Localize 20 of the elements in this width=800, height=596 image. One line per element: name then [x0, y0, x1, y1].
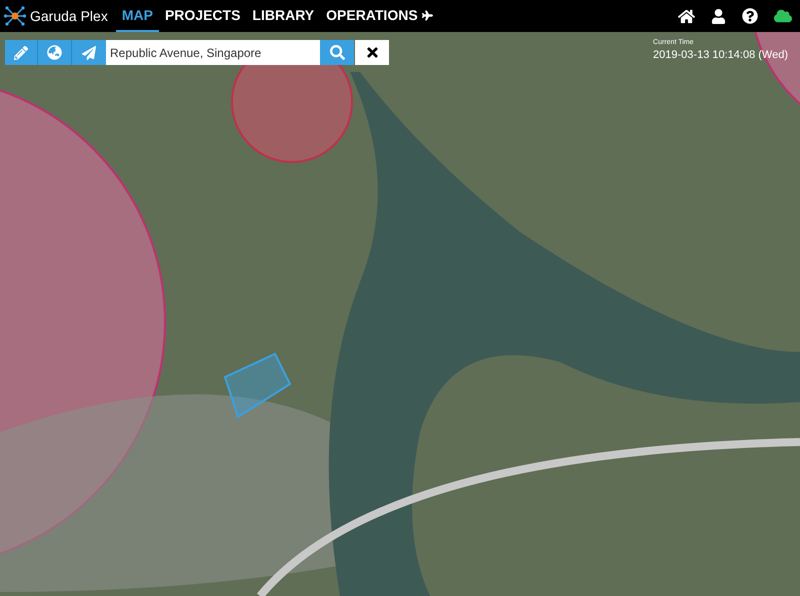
logo-icon [4, 5, 26, 27]
plane-icon [422, 10, 433, 20]
search-field[interactable]: Republic Avenue, Singapore [106, 40, 320, 65]
home-icon[interactable] [678, 8, 695, 24]
globe-icon [47, 45, 62, 60]
pencil-icon [14, 46, 28, 60]
nav-tab[interactable]: LIBRARY [246, 0, 320, 32]
clock-value: 2019-03-13 10:14:08 (Wed) [653, 48, 788, 63]
close-button[interactable] [355, 40, 389, 65]
user-icon[interactable] [711, 8, 726, 24]
globe-button[interactable] [38, 40, 72, 65]
nav-tab[interactable]: PROJECTS [158, 0, 246, 32]
paper-plane-button[interactable] [72, 40, 106, 65]
nav-tab[interactable]: OPERATIONS [320, 0, 439, 32]
search-icon [330, 45, 344, 60]
close-icon [364, 45, 380, 60]
paper-plane-icon [82, 46, 96, 60]
app-title: Garuda Plex [30, 6, 108, 26]
pencil-button[interactable] [5, 40, 38, 65]
help-icon[interactable] [742, 8, 758, 24]
